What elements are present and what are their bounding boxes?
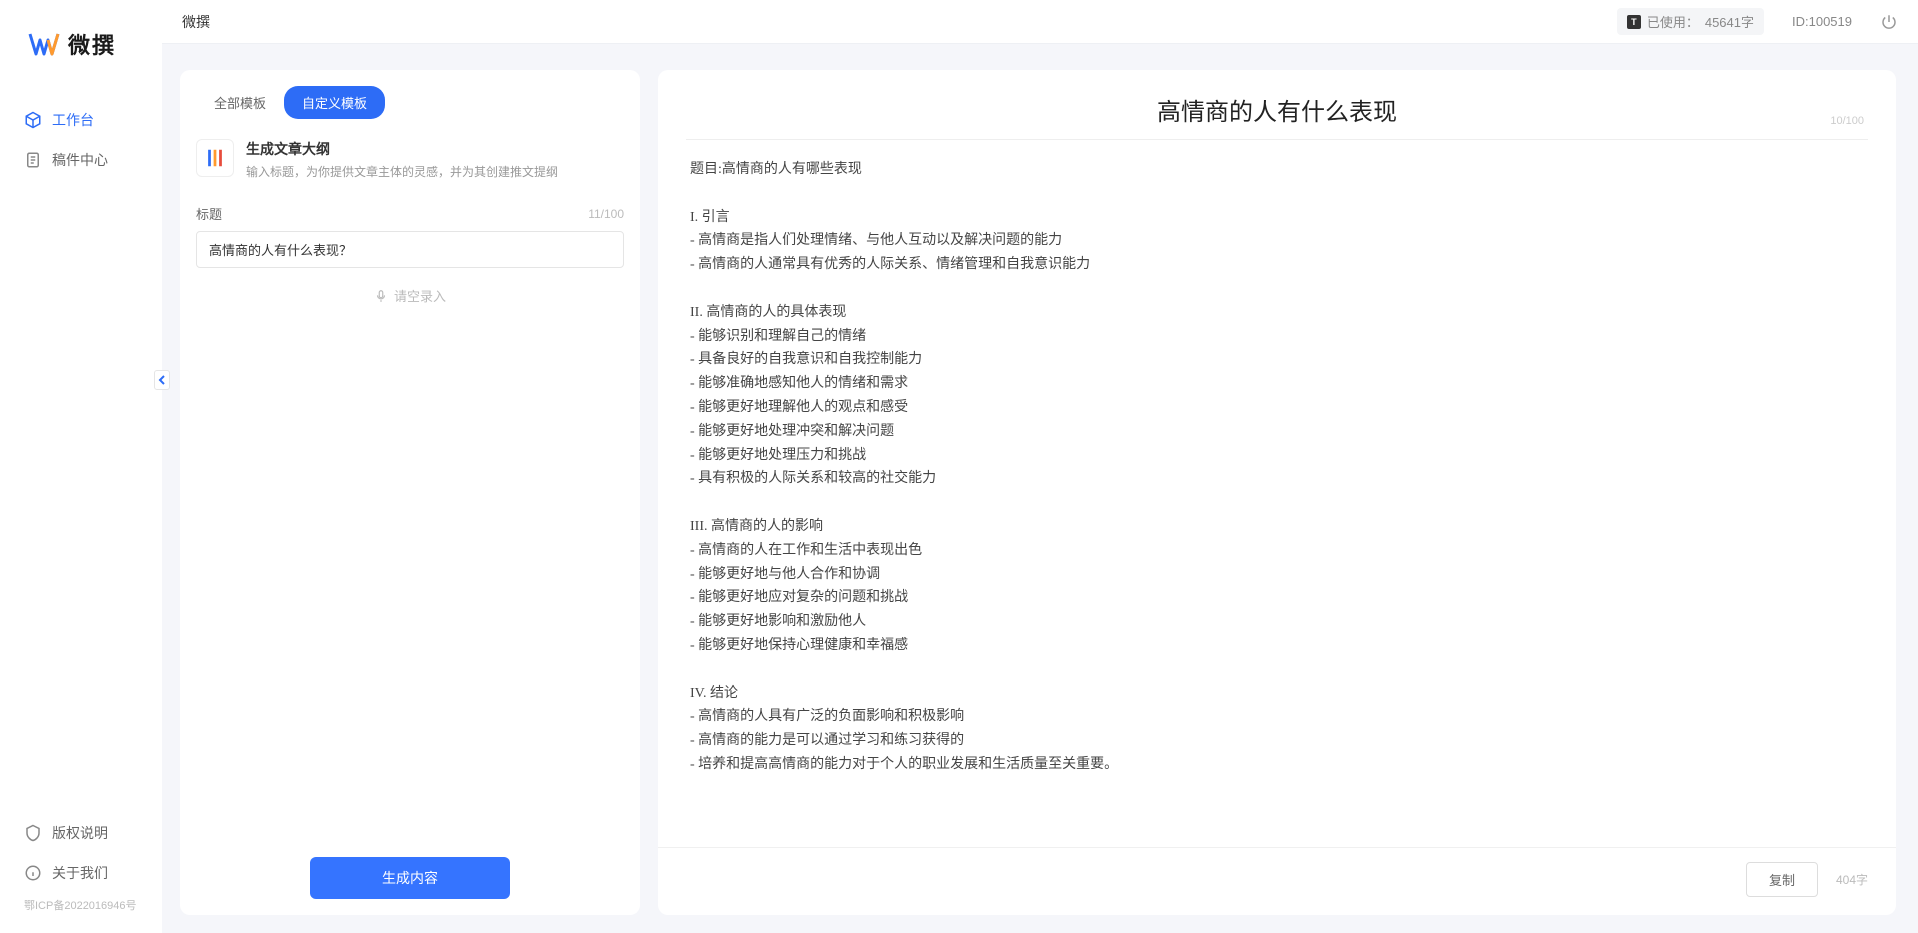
document-icon [24,151,42,169]
chevron-left-icon [158,375,166,385]
main: 微撰 T 已使用： 45641字 ID:100519 全部模板 自定义模板 [162,0,1918,933]
power-icon[interactable] [1880,13,1898,31]
logo-icon [28,28,60,60]
voice-input-button[interactable]: 请空录入 [196,268,624,323]
form-area: 标题 11/100 请空录入 [180,204,640,841]
nav-item-workbench[interactable]: 工作台 [0,100,162,140]
mic-icon [374,289,388,303]
sidebar: 微撰 工作台 稿件中心 版权说明 [0,0,162,933]
tab-all-templates[interactable]: 全部模板 [196,86,284,119]
result-title-count: 10/100 [1830,115,1864,127]
nav-item-copyright[interactable]: 版权说明 [0,813,162,853]
topbar: 微撰 T 已使用： 45641字 ID:100519 [162,0,1918,44]
voice-label: 请空录入 [394,286,446,305]
usage-badge: T 已使用： 45641字 [1617,8,1764,35]
input-panel: 全部模板 自定义模板 生成文章大纲 输入标题，为你提供文章主体的灵感，并为其创建… [180,70,640,915]
tab-custom-templates[interactable]: 自定义模板 [284,86,385,119]
nav-label: 关于我们 [52,863,108,883]
info-icon [24,864,42,882]
tool-desc: 输入标题，为你提供文章主体的灵感，并为其创建推文提纲 [246,163,558,180]
topbar-right: T 已使用： 45641字 ID:100519 [1617,8,1898,35]
icp-text: 鄂ICP备2022016946号 [0,893,162,921]
nav-label: 稿件中心 [52,150,108,170]
result-footer: 复制 404字 [658,847,1896,915]
tool-title: 生成文章大纲 [246,139,558,159]
usage-value: 45641字 [1705,12,1754,31]
user-id: ID:100519 [1792,14,1852,29]
title-input[interactable] [196,231,624,268]
workspace: 全部模板 自定义模板 生成文章大纲 输入标题，为你提供文章主体的灵感，并为其创建… [162,44,1918,933]
nav-item-about[interactable]: 关于我们 [0,853,162,893]
nav-label: 工作台 [52,110,94,130]
title-char-count: 11/100 [588,207,624,221]
result-title: 高情商的人有什么表现 [686,92,1868,127]
sidebar-collapse-button[interactable] [154,370,170,390]
result-panel: 高情商的人有什么表现 10/100 题目:高情商的人有哪些表现 I. 引言 - … [658,70,1896,915]
text-icon: T [1627,15,1641,29]
nav-item-drafts[interactable]: 稿件中心 [0,140,162,180]
copy-button[interactable]: 复制 [1746,862,1818,897]
result-char-count: 404字 [1836,871,1868,888]
result-body[interactable]: 题目:高情商的人有哪些表现 I. 引言 - 高情商是指人们处理情绪、与他人互动以… [658,140,1896,847]
shield-icon [24,824,42,842]
nav-label: 版权说明 [52,823,108,843]
outline-icon [196,139,234,177]
cube-icon [24,111,42,129]
logo: 微撰 [0,28,162,100]
logo-text: 微撰 [68,28,116,60]
nav-main: 工作台 稿件中心 [0,100,162,813]
generate-button[interactable]: 生成内容 [310,857,510,899]
usage-label: 已使用： [1647,12,1699,31]
tool-card: 生成文章大纲 输入标题，为你提供文章主体的灵感，并为其创建推文提纲 [180,119,640,204]
title-field-label: 标题 [196,204,222,223]
result-header: 高情商的人有什么表现 10/100 [658,70,1896,135]
page-title: 微撰 [182,12,1617,32]
template-tabs: 全部模板 自定义模板 [180,70,640,119]
nav-bottom: 版权说明 关于我们 鄂ICP备2022016946号 [0,813,162,933]
